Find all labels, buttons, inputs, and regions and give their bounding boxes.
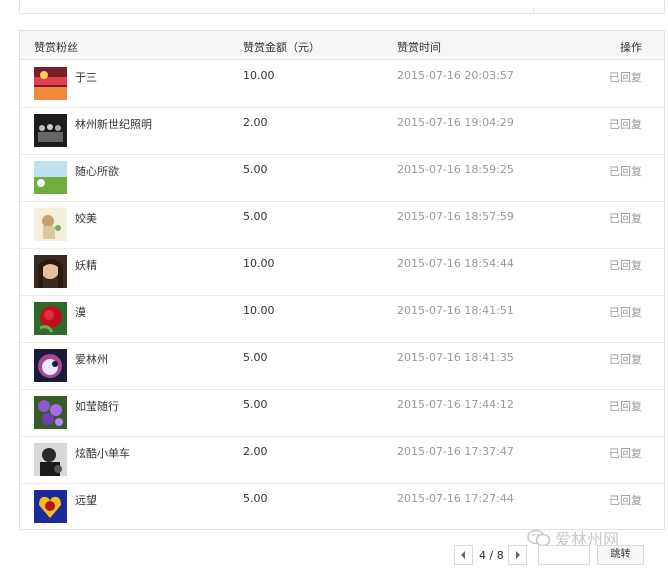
time: 2015-07-16 18:59:25 [397,163,514,176]
amount: 2.00 [243,445,268,458]
avatar[interactable] [34,114,67,147]
avatar[interactable] [34,490,67,523]
fan-name: 炫酷小单车 [75,447,130,460]
top-panel [19,0,665,14]
amount: 5.00 [243,351,268,364]
table-row: 爱林州 5.00 2015-07-16 18:41:35 已回复 [20,342,664,390]
time: 2015-07-16 18:41:35 [397,351,514,364]
avatar[interactable] [34,161,67,194]
avatar[interactable] [34,396,67,429]
next-page-button[interactable] [508,545,527,565]
table-row: 于三 10.00 2015-07-16 20:03:57 已回复 [20,60,664,108]
header-fan: 赞赏粉丝 [34,41,78,54]
replied-status[interactable]: 已回复 [609,304,642,320]
page-number-input[interactable] [538,545,590,565]
fan-name: 随心所欲 [75,165,119,178]
amount: 2.00 [243,116,268,129]
amount: 10.00 [243,304,275,317]
amount: 5.00 [243,398,268,411]
fan-name: 妖精 [75,259,97,272]
page-indicator: 4 / 8 [479,549,504,562]
amount: 10.00 [243,69,275,82]
table-row: 姣美 5.00 2015-07-16 18:57:59 已回复 [20,201,664,249]
fan-name: 林州新世纪照明 [75,118,152,131]
table-row: 炫酷小单车 2.00 2015-07-16 17:37:47 已回复 [20,436,664,484]
table-header: 赞赏粉丝 赞赏金额（元） 赞赏时间 操作 [20,31,664,60]
fan-name: 姣美 [75,212,97,225]
header-time: 赞赏时间 [397,41,441,54]
replied-status[interactable]: 已回复 [609,163,642,179]
avatar[interactable] [34,67,67,100]
replied-status[interactable]: 已回复 [609,116,642,132]
fan-name: 如莹随行 [75,400,119,413]
replied-status[interactable]: 已回复 [609,492,642,508]
time: 2015-07-16 20:03:57 [397,69,514,82]
time: 2015-07-16 17:27:44 [397,492,514,505]
avatar[interactable] [34,208,67,241]
time: 2015-07-16 18:41:51 [397,304,514,317]
time: 2015-07-16 18:54:44 [397,257,514,270]
fan-name: 漠 [75,306,86,319]
table-row: 漠 10.00 2015-07-16 18:41:51 已回复 [20,295,664,343]
fan-name: 爱林州 [75,353,108,366]
amount: 10.00 [243,257,275,270]
prev-page-button[interactable] [454,545,473,565]
replied-status[interactable]: 已回复 [609,445,642,461]
avatar[interactable] [34,255,67,288]
replied-status[interactable]: 已回复 [609,398,642,414]
replied-status[interactable]: 已回复 [609,69,642,85]
replied-status[interactable]: 已回复 [609,210,642,226]
table-row: 妖精 10.00 2015-07-16 18:54:44 已回复 [20,248,664,296]
amount: 5.00 [243,163,268,176]
table-row: 林州新世纪照明 2.00 2015-07-16 19:04:29 已回复 [20,107,664,155]
header-action: 操作 [620,41,642,54]
jump-button[interactable]: 跳转 [597,545,644,565]
amount: 5.00 [243,492,268,505]
fan-name: 于三 [75,71,97,84]
avatar[interactable] [34,302,67,335]
avatar[interactable] [34,349,67,382]
avatar[interactable] [34,443,67,476]
table-row: 远望 5.00 2015-07-16 17:27:44 已回复 [20,483,664,530]
caret-right-icon [516,551,520,559]
time: 2015-07-16 17:37:47 [397,445,514,458]
divider [533,7,534,13]
reward-table: 赞赏粉丝 赞赏金额（元） 赞赏时间 操作 于三 10.00 2015-07-16… [19,30,665,530]
time: 2015-07-16 19:04:29 [397,116,514,129]
time: 2015-07-16 17:44:12 [397,398,514,411]
table-row: 随心所欲 5.00 2015-07-16 18:59:25 已回复 [20,154,664,202]
time: 2015-07-16 18:57:59 [397,210,514,223]
header-amount: 赞赏金额（元） [243,41,320,54]
replied-status[interactable]: 已回复 [609,257,642,273]
amount: 5.00 [243,210,268,223]
table-row: 如莹随行 5.00 2015-07-16 17:44:12 已回复 [20,389,664,437]
replied-status[interactable]: 已回复 [609,351,642,367]
fan-name: 远望 [75,494,97,507]
caret-left-icon [461,551,465,559]
